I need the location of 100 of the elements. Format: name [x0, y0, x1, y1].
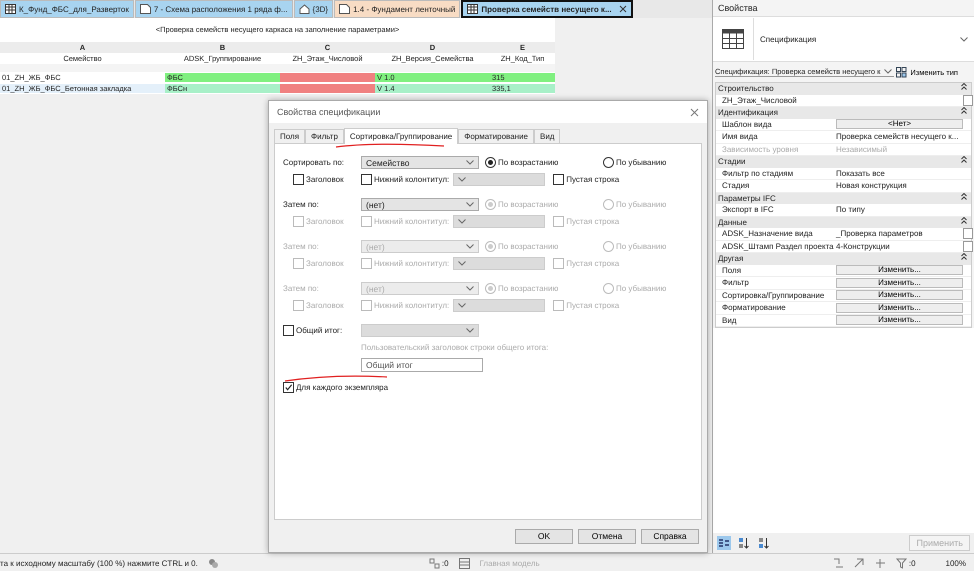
property-label: ADSK_Штамп Раздел проекта	[721, 242, 835, 251]
property-value: Показать все	[836, 168, 886, 178]
house-icon	[298, 4, 310, 14]
sort-field-dropdown[interactable]: Семейство	[361, 156, 479, 169]
dialog-button[interactable]: OK	[515, 528, 573, 544]
property-button[interactable]: Изменить...	[836, 265, 963, 276]
table-icon	[5, 4, 16, 14]
checkbox[interactable]	[963, 240, 973, 252]
radio-button[interactable]	[603, 157, 614, 168]
select-elements-icon[interactable]	[854, 558, 865, 568]
tab-label: {3D}	[312, 4, 328, 14]
property-button[interactable]: <Нет>	[836, 119, 963, 130]
field-label: Сортировать по:	[283, 158, 346, 167]
tab-label: 7 - Схема расположения 1 ряда ф...	[154, 4, 288, 14]
property-label: Стадия	[721, 181, 750, 190]
collapse-icon[interactable]	[961, 156, 967, 163]
checkbox[interactable]	[361, 174, 372, 185]
checkbox[interactable]	[963, 228, 973, 240]
property-value: 4-Конструкции	[836, 242, 891, 251]
document-tab[interactable]: 7 - Схема расположения 1 ряда ф...	[134, 0, 293, 18]
group-header[interactable]: Данные	[718, 216, 747, 228]
field-label: Затем по:	[283, 284, 320, 293]
checkbox[interactable]	[293, 174, 304, 185]
checkbox[interactable]	[553, 174, 564, 185]
sort-descending-icon[interactable]	[757, 536, 771, 550]
property-label: Шаблон вида	[721, 120, 773, 129]
checkbox-label: Нижний колонтитул:	[374, 301, 450, 310]
property-label: Фильтр по стадиям	[721, 168, 794, 178]
property-value: Проверка семейств несущего к...	[836, 132, 960, 142]
table-icon[interactable]	[458, 558, 470, 568]
collapse-icon[interactable]	[961, 83, 967, 90]
sort-field-dropdown[interactable]: (нет)	[361, 198, 479, 211]
checkbox[interactable]	[361, 216, 372, 227]
checkbox[interactable]	[293, 216, 304, 227]
property-value: _Проверка параметров	[836, 229, 924, 238]
close-icon[interactable]	[618, 5, 627, 13]
collapse-icon[interactable]	[961, 192, 967, 200]
panel-title: Свойства	[717, 2, 759, 15]
document-tab[interactable]: Проверка семейств несущего к...	[461, 0, 633, 18]
dialog-button[interactable]: Отмена	[578, 528, 636, 544]
checkbox-label: Нижний колонтитул:	[374, 175, 450, 184]
field-label: Затем по:	[283, 242, 320, 251]
zoom-level: 100%	[944, 558, 967, 568]
checkbox-label: Для каждого экземпляра	[296, 383, 388, 392]
document-tab[interactable]: {3D}	[294, 0, 334, 18]
radio-label: По возрастанию	[498, 200, 558, 209]
type-selector[interactable]: Спецификация	[754, 34, 960, 44]
status-count: :0	[442, 558, 449, 568]
close-icon[interactable]	[690, 108, 699, 116]
checkbox[interactable]	[553, 216, 564, 227]
status-hint: та к исходному масштабу (100 %) нажмите CTRL и 0.	[0, 558, 198, 568]
property-button[interactable]: Изменить...	[836, 278, 963, 288]
collapse-icon[interactable]	[961, 107, 967, 114]
design-options-icon[interactable]	[428, 558, 440, 568]
property-label: Поля	[721, 266, 742, 275]
radio-label: По возрастанию	[498, 242, 558, 251]
select-links-icon[interactable]	[832, 558, 844, 568]
property-button[interactable]: Изменить...	[836, 315, 963, 326]
collapse-icon[interactable]	[961, 253, 967, 260]
checkbox-label: Нижний колонтитул:	[374, 259, 450, 268]
property-value: Новая конструкция	[836, 181, 908, 190]
property-label: Сортировка/Группирование	[721, 290, 826, 300]
checkbox[interactable]	[963, 94, 973, 106]
tab-label: Проверка семейств несущего к...	[481, 4, 612, 14]
dialog-title: Свойства спецификации	[277, 107, 380, 117]
property-label: Вид	[721, 316, 738, 325]
checkbox-label: Пустая строка	[566, 301, 620, 310]
status-count: :0	[908, 558, 916, 568]
property-button[interactable]: Изменить...	[836, 290, 963, 300]
categorized-view-icon[interactable]	[717, 536, 731, 550]
property-button[interactable]: Изменить...	[836, 302, 963, 313]
worksets-icon[interactable]	[208, 558, 219, 568]
checkbox[interactable]	[283, 325, 294, 336]
property-label: Имя вида	[721, 132, 759, 142]
dialog-button[interactable]: Справка	[641, 528, 699, 544]
dialog-tab[interactable]: Фильтр	[305, 129, 344, 143]
document-tab[interactable]: 1.4 - Фундамент ленточный	[334, 0, 460, 18]
tab-label: 1.4 - Фундамент ленточный	[353, 4, 456, 14]
radio-button[interactable]	[485, 157, 496, 168]
group-header[interactable]: Стадии	[718, 156, 746, 168]
group-header[interactable]: Другая	[718, 253, 744, 264]
dialog-tab[interactable]: Сортировка/Группирование	[344, 128, 458, 144]
property-label: Фильтр	[721, 278, 750, 288]
property-label: ADSK_Назначение вида	[721, 229, 814, 238]
radio-label: По убыванию	[616, 158, 666, 167]
radio-button[interactable]	[603, 199, 614, 210]
document-tab[interactable]: К_Фунд_ФБС_для_Разверток	[0, 0, 134, 18]
table-icon	[467, 4, 478, 14]
dialog-tab[interactable]: Форматирование	[458, 129, 534, 143]
checkbox[interactable]	[283, 382, 294, 393]
sheet-icon	[339, 4, 350, 14]
dialog-tab[interactable]: Поля	[274, 129, 306, 143]
collapse-icon[interactable]	[961, 216, 967, 224]
checkbox-label: Заголовок	[306, 259, 344, 268]
drag-icon[interactable]	[874, 558, 886, 568]
property-label: Экспорт в IFC	[721, 205, 775, 214]
filter-icon[interactable]	[896, 558, 907, 568]
sort-ascending-icon[interactable]	[737, 536, 751, 550]
dialog-tab[interactable]: Вид	[534, 129, 560, 143]
property-value: По типу	[836, 205, 866, 214]
